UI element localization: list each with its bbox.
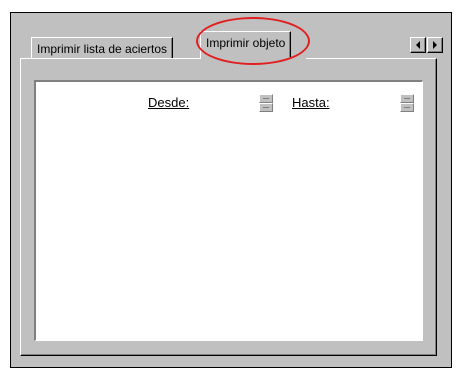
print-object-content-area <box>34 80 423 341</box>
spin-up-icon <box>263 98 269 99</box>
tab-scroll-left-button[interactable] <box>410 37 426 53</box>
desde-spinner[interactable] <box>259 94 273 112</box>
spin-up-icon <box>404 98 410 99</box>
desde-label: Desde: <box>148 95 190 110</box>
tab-imprimir-objeto[interactable]: Imprimir objeto <box>200 31 292 59</box>
spin-down-icon <box>404 107 410 108</box>
desde-spin-down-button[interactable] <box>259 103 273 112</box>
arrow-left-icon <box>416 41 420 49</box>
arrow-right-icon <box>433 41 437 49</box>
hasta-spin-up-button[interactable] <box>400 94 414 103</box>
spin-down-icon <box>263 107 269 108</box>
selected-tab-join <box>201 57 306 60</box>
tab-scroll-right-button[interactable] <box>427 37 443 53</box>
desde-spin-up-button[interactable] <box>259 94 273 103</box>
hasta-spin-down-button[interactable] <box>400 103 414 112</box>
hasta-label: Hasta: <box>292 95 330 110</box>
tab-imprimir-lista-de-aciertos[interactable]: Imprimir lista de aciertos <box>31 37 174 59</box>
hasta-spinner[interactable] <box>400 94 414 112</box>
